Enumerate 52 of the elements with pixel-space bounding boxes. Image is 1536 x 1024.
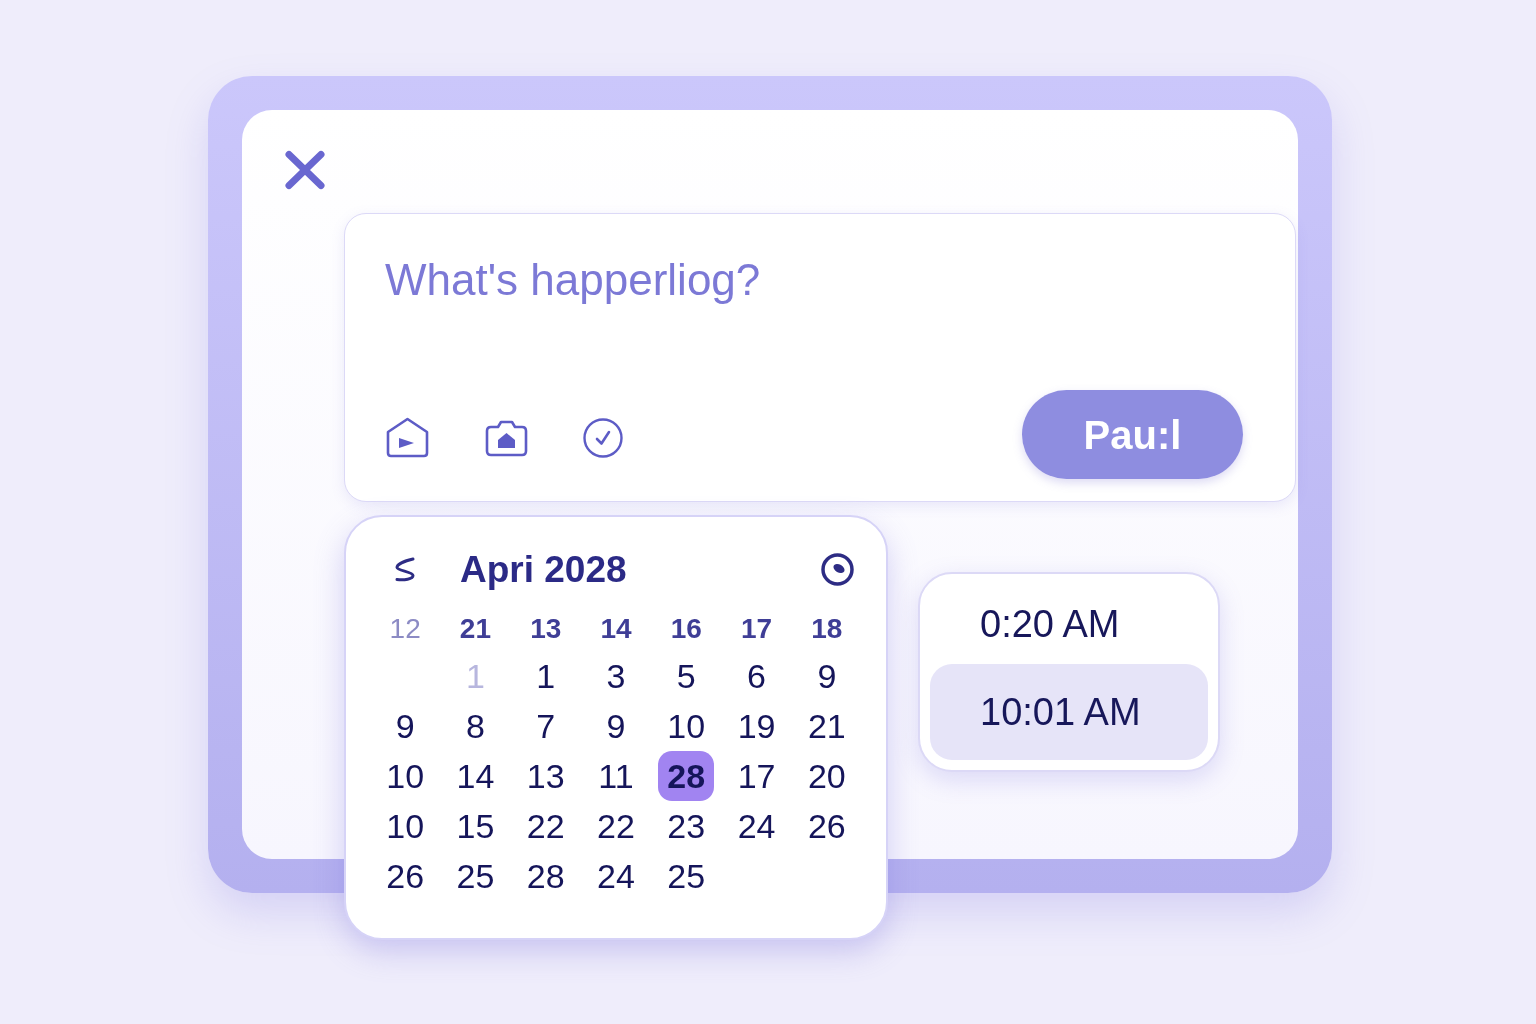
calendar-day[interactable]: 19 xyxy=(728,701,785,751)
calendar-day[interactable]: 15 xyxy=(447,801,504,851)
column-label: 18 xyxy=(811,615,843,643)
calendar-day[interactable]: 11 xyxy=(588,751,644,801)
post-input-field[interactable]: What's happerliog? xyxy=(385,250,1245,310)
calendar-day[interactable]: 1 xyxy=(517,651,574,701)
time-option[interactable]: 10:01 AM xyxy=(930,664,1208,760)
column-label: 12 xyxy=(389,615,421,643)
calendar-day[interactable]: 10 xyxy=(377,801,434,851)
column-label: 14 xyxy=(600,615,632,643)
calendar-day[interactable]: 28 xyxy=(517,851,574,901)
calendar-day[interactable]: 6 xyxy=(728,651,785,701)
column-label: 16 xyxy=(670,615,702,643)
calendar-day[interactable]: 26 xyxy=(798,801,855,851)
camera-icon xyxy=(484,418,529,457)
time-option[interactable]: 0:20 AM xyxy=(930,584,1208,664)
close-icon xyxy=(284,150,326,190)
calendar-title: Apri 2028 xyxy=(460,550,627,588)
calendar-day[interactable]: 24 xyxy=(728,801,785,851)
calendar-day[interactable]: 23 xyxy=(658,801,715,851)
calendar-day[interactable]: 8 xyxy=(447,701,504,751)
calendar-day[interactable]: 26 xyxy=(377,851,434,901)
calendar-day[interactable]: 9 xyxy=(798,651,855,701)
calendar-day[interactable]: 28 xyxy=(658,751,715,801)
calendar-day[interactable]: 17 xyxy=(728,751,785,801)
calendar-day[interactable]: 9 xyxy=(377,701,434,751)
calendar-day[interactable]: 13 xyxy=(517,751,574,801)
calendar-day[interactable]: 14 xyxy=(447,751,504,801)
calendar-menu-button[interactable] xyxy=(821,552,854,586)
calendar-day[interactable]: 3 xyxy=(588,651,644,701)
column-label: 17 xyxy=(741,615,773,643)
calendar-day[interactable]: 25 xyxy=(658,851,715,901)
house-icon xyxy=(385,416,430,459)
circle-dot-icon xyxy=(821,552,854,586)
calendar-day[interactable]: 10 xyxy=(658,701,715,751)
calendar-day[interactable]: 25 xyxy=(447,851,504,901)
column-label: 13 xyxy=(530,615,562,643)
calendar-day[interactable]: 21 xyxy=(798,701,855,751)
calendar-day[interactable]: 22 xyxy=(517,801,574,851)
check-button[interactable] xyxy=(583,417,623,458)
check-circle-icon xyxy=(583,417,623,458)
calendar-day[interactable]: 10 xyxy=(377,751,434,801)
attach-button[interactable] xyxy=(385,416,430,459)
column-label: 21 xyxy=(459,615,491,643)
calendar-day[interactable]: 20 xyxy=(798,751,855,801)
calendar-day[interactable]: 22 xyxy=(588,801,644,851)
calendar-day[interactable]: 9 xyxy=(588,701,644,751)
calendar-day[interactable]: 5 xyxy=(658,651,715,701)
photo-button[interactable] xyxy=(484,418,529,457)
calendar-day[interactable]: 24 xyxy=(588,851,644,901)
close-button[interactable] xyxy=(284,150,326,190)
calendar-day[interactable]: 7 xyxy=(517,701,574,751)
